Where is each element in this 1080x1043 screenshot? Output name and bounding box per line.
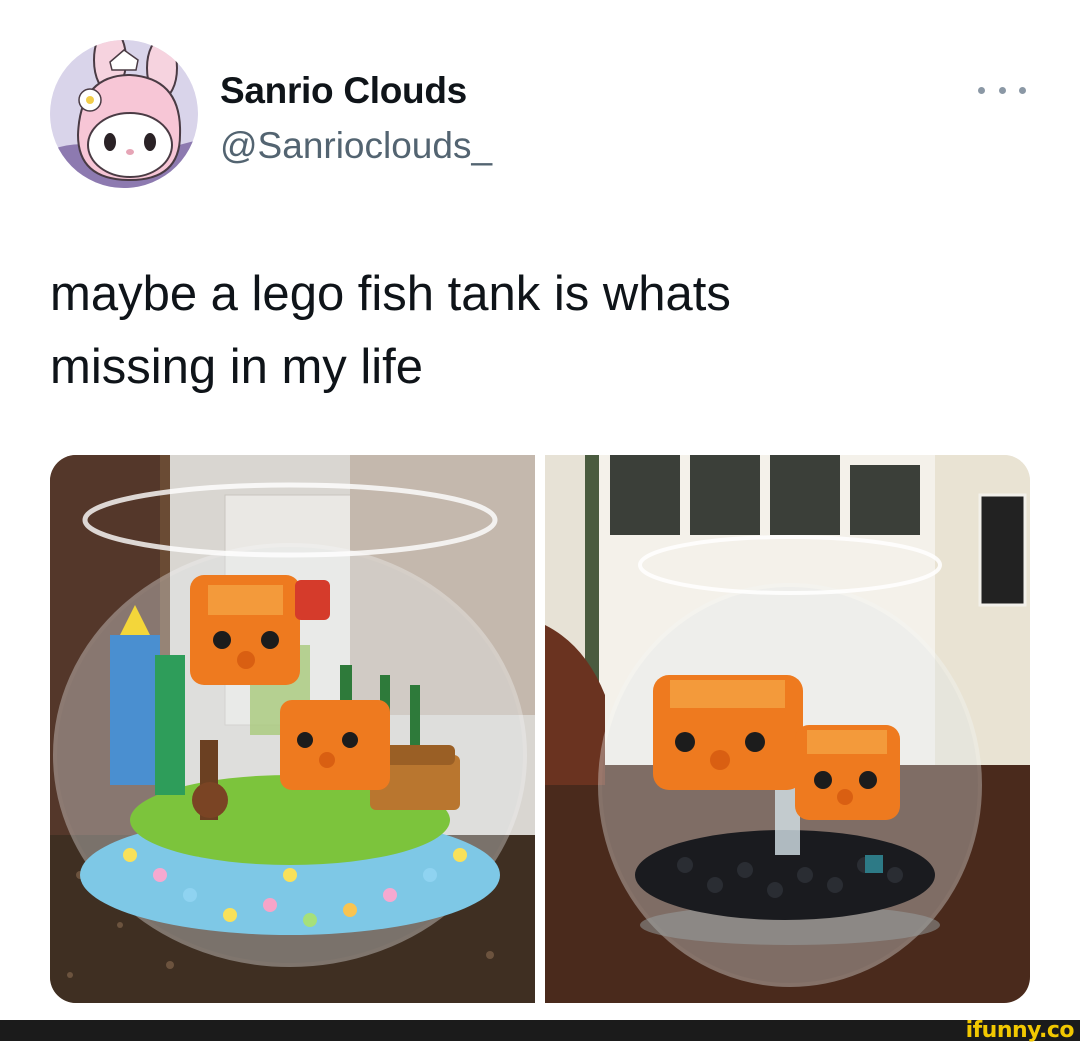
tweet-text: maybe a lego fish tank is whats missing …: [50, 267, 731, 394]
more-dot: [998, 86, 1006, 94]
tweet-card: Sanrio Clouds @Sanrioclouds_ maybe a leg…: [0, 0, 1080, 1020]
photo-lego-fish-bowl-black[interactable]: [545, 455, 1030, 1003]
user-handle[interactable]: @Sanrioclouds_: [220, 125, 492, 167]
avatar-image: [50, 40, 198, 188]
ifunny-watermark[interactable]: ifunny.co: [966, 1018, 1075, 1043]
tweet-media[interactable]: [50, 455, 1030, 1003]
watermark-bar: ifunny.co: [0, 1018, 1080, 1043]
more-dot: [978, 86, 985, 94]
photo-image: [545, 455, 1030, 1003]
more-dot: [1019, 86, 1026, 94]
photo-image: [50, 455, 535, 1003]
more-horizontal-icon[interactable]: [978, 70, 1026, 110]
avatar[interactable]: [50, 40, 198, 188]
photo-lego-fish-bowl-plants[interactable]: [50, 455, 535, 1003]
display-name[interactable]: Sanrio Clouds: [220, 70, 467, 112]
